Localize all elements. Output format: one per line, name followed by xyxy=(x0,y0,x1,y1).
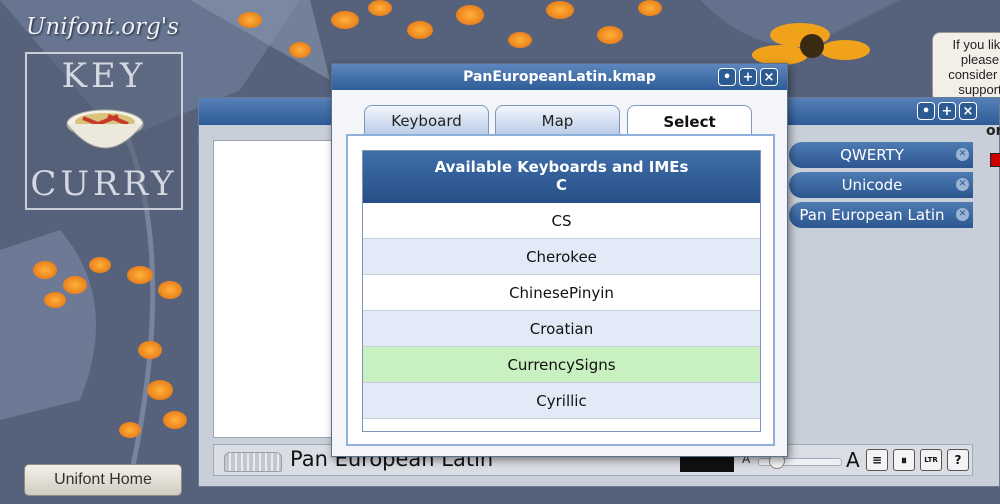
minimize-icon[interactable]: • xyxy=(718,68,736,86)
pause-icon[interactable]: ⏸ xyxy=(893,449,915,471)
unifont-home-button[interactable]: Unifont Home xyxy=(24,464,182,496)
align-icon[interactable]: ≡ xyxy=(866,449,888,471)
list-header-title: Available Keyboards and IMEs xyxy=(434,158,689,176)
keyboard-icon[interactable] xyxy=(224,452,282,472)
tab-select[interactable]: Select xyxy=(627,105,752,137)
remove-keyboard-icon[interactable]: ✕ xyxy=(956,148,969,161)
maximize-icon[interactable]: + xyxy=(938,102,956,120)
tab-map[interactable]: Map xyxy=(495,105,620,135)
keyboard-item-label: Pan European Latin xyxy=(799,206,945,224)
select-tab-panel: Available Keyboards and IMEs C CS Cherok… xyxy=(346,134,775,446)
keyboard-item-qwerty[interactable]: QWERTY ✕ xyxy=(789,142,973,168)
logo-word-bottom: CURRY xyxy=(30,164,178,204)
list-item[interactable]: Cherokee xyxy=(363,239,760,275)
font-size-large-label: A xyxy=(846,448,860,472)
keyboard-item-pan-european-latin[interactable]: Pan European Latin ✕ xyxy=(789,202,973,228)
site-logo: KEY CURRY xyxy=(25,52,183,210)
kmap-dialog: PanEuropeanLatin.kmap • + × Keyboard Map… xyxy=(331,63,788,457)
support-note: If you like please consider to support s… xyxy=(932,32,1000,102)
keyboard-item-unicode[interactable]: Unicode ✕ xyxy=(789,172,973,198)
remove-keyboard-icon[interactable]: ✕ xyxy=(956,208,969,221)
logo-word-top: KEY xyxy=(61,56,147,96)
curry-bowl-icon xyxy=(66,109,144,149)
available-keyboards-list[interactable]: Available Keyboards and IMEs C CS Cherok… xyxy=(362,150,761,432)
minimize-icon[interactable]: • xyxy=(917,102,935,120)
kmap-dialog-controls: • + × xyxy=(718,68,778,86)
right-edge-label: on xyxy=(986,123,1000,139)
help-icon[interactable]: ? xyxy=(947,449,969,471)
tab-keyboard[interactable]: Keyboard xyxy=(364,105,489,135)
list-item[interactable]: Cyrillic xyxy=(363,383,760,419)
red-indicator xyxy=(990,153,1000,167)
maximize-icon[interactable]: + xyxy=(739,68,757,86)
close-icon[interactable]: × xyxy=(760,68,778,86)
list-item[interactable]: Croatian xyxy=(363,311,760,347)
active-keyboards-list: QWERTY ✕ Unicode ✕ Pan European Latin ✕ xyxy=(789,142,973,232)
list-item-selected[interactable]: CurrencySigns xyxy=(363,347,760,383)
list-header: Available Keyboards and IMEs C xyxy=(363,151,760,203)
list-item-partial[interactable] xyxy=(363,419,760,431)
keyboard-window-controls: • + × xyxy=(917,102,977,120)
text-direction-icon[interactable]: LTR xyxy=(920,449,942,471)
list-item[interactable]: CS xyxy=(363,203,760,239)
remove-keyboard-icon[interactable]: ✕ xyxy=(956,178,969,191)
keyboard-item-label: QWERTY xyxy=(840,146,904,164)
list-item[interactable]: ChinesePinyin xyxy=(363,275,760,311)
keyboard-item-label: Unicode xyxy=(841,176,903,194)
close-icon[interactable]: × xyxy=(959,102,977,120)
list-header-letter: C xyxy=(555,176,567,194)
site-logo-caption: Unifont.org's xyxy=(26,14,179,40)
